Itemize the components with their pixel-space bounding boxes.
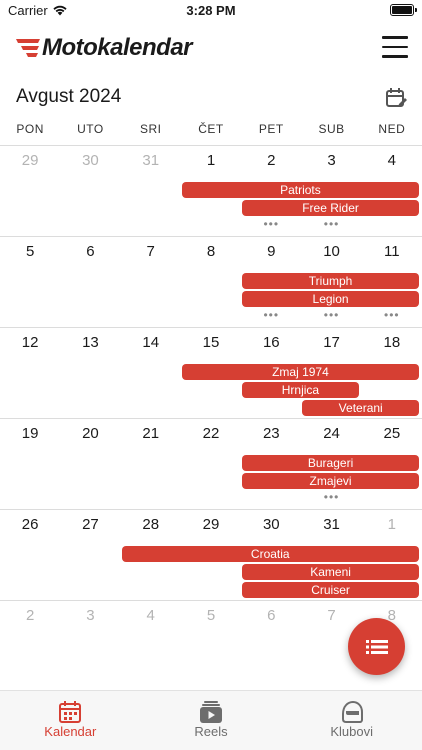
weekday-label: ČET bbox=[198, 122, 224, 136]
event-bar[interactable]: Kameni bbox=[242, 564, 419, 580]
app-header: Motokalendar bbox=[0, 22, 422, 78]
clock: 3:28 PM bbox=[186, 3, 236, 18]
day-number[interactable]: 11 bbox=[362, 243, 422, 260]
tab-bar: Kalendar Reels Klubovi bbox=[0, 690, 422, 750]
day-number[interactable]: 6 bbox=[60, 243, 120, 260]
more-events-indicator[interactable]: ••• bbox=[301, 309, 361, 321]
calendar-icon bbox=[59, 701, 82, 723]
weekday-label: PET bbox=[258, 122, 284, 136]
weekday-label: SRI bbox=[139, 122, 162, 136]
day-number[interactable]: 29 bbox=[181, 516, 241, 533]
app-logo: Motokalendar bbox=[16, 34, 193, 62]
more-events-indicator[interactable]: ••• bbox=[301, 218, 361, 230]
day-number[interactable]: 18 bbox=[362, 334, 422, 351]
day-number[interactable]: 15 bbox=[181, 334, 241, 351]
day-number[interactable]: 29 bbox=[0, 152, 60, 169]
day-number[interactable]: 2 bbox=[0, 607, 60, 624]
status-bar: Carrier 3:28 PM bbox=[0, 0, 422, 22]
day-number[interactable]: 7 bbox=[301, 607, 361, 624]
day-number[interactable]: 2 bbox=[241, 152, 301, 169]
tab-klubovi[interactable]: Klubovi bbox=[281, 691, 422, 750]
battery-icon bbox=[390, 4, 417, 16]
more-events-indicator[interactable]: ••• bbox=[241, 309, 301, 321]
event-bar[interactable]: Zmaj 1974 bbox=[181, 364, 419, 380]
more-events-indicator[interactable]: ••• bbox=[301, 491, 361, 503]
day-number[interactable]: 16 bbox=[241, 334, 301, 351]
event-bar[interactable]: Zmajevi bbox=[242, 473, 419, 489]
day-number[interactable]: 23 bbox=[241, 425, 301, 442]
more-events-indicator[interactable]: ••• bbox=[362, 309, 422, 321]
menu-button[interactable] bbox=[382, 36, 408, 62]
weekday-label: UTO bbox=[77, 122, 104, 136]
day-number[interactable]: 3 bbox=[60, 607, 120, 624]
day-number[interactable]: 13 bbox=[60, 334, 120, 351]
tab-label: Klubovi bbox=[330, 724, 373, 739]
day-number[interactable]: 4 bbox=[121, 607, 181, 624]
calendar-week: 12 13 14 15 16 17 18 Zmaj 1974 Hrnjica Veterani bbox=[0, 327, 422, 418]
day-number[interactable]: 19 bbox=[0, 425, 60, 442]
event-bar[interactable]: Legion bbox=[242, 291, 419, 307]
list-icon bbox=[365, 639, 388, 654]
event-bar[interactable]: Veterani bbox=[302, 400, 419, 416]
day-number[interactable]: 28 bbox=[121, 516, 181, 533]
app-name: Motokalendar bbox=[42, 34, 193, 61]
event-bar[interactable]: Cruiser bbox=[242, 582, 419, 598]
day-number[interactable]: 25 bbox=[362, 425, 422, 442]
day-number[interactable]: 31 bbox=[301, 516, 361, 533]
menu-icon-line bbox=[382, 55, 408, 58]
helmet-icon bbox=[341, 700, 363, 723]
calendar-week: 29 30 31 1 2 3 4 Patriots Free Rider ••• ••• bbox=[0, 145, 422, 236]
event-bar[interactable]: Croatia bbox=[121, 546, 419, 562]
day-number[interactable]: 31 bbox=[121, 152, 181, 169]
tab-reels[interactable]: Reels bbox=[141, 691, 282, 750]
day-number[interactable]: 1 bbox=[181, 152, 241, 169]
day-number[interactable]: 12 bbox=[0, 334, 60, 351]
day-number[interactable]: 20 bbox=[60, 425, 120, 442]
weekday-header: PON UTO SRI ČET PET SUB NED bbox=[0, 122, 422, 140]
day-number[interactable]: 17 bbox=[301, 334, 361, 351]
day-number[interactable]: 10 bbox=[301, 243, 361, 260]
event-bar[interactable]: Triumph bbox=[242, 273, 419, 289]
day-number[interactable]: 24 bbox=[301, 425, 361, 442]
weekday-label: NED bbox=[378, 122, 406, 136]
list-view-button[interactable] bbox=[348, 618, 405, 675]
calendar-week: 26 27 28 29 30 31 1 Croatia Kameni Cruiser bbox=[0, 509, 422, 600]
day-number[interactable]: 1 bbox=[362, 516, 422, 533]
weekday-label: PON bbox=[16, 122, 44, 136]
edit-calendar-icon[interactable] bbox=[384, 86, 408, 110]
logo-mark-icon bbox=[16, 39, 40, 57]
day-number[interactable]: 5 bbox=[181, 607, 241, 624]
day-number[interactable]: 26 bbox=[0, 516, 60, 533]
day-number[interactable]: 30 bbox=[60, 152, 120, 169]
day-number[interactable]: 9 bbox=[241, 243, 301, 260]
event-bar[interactable]: Burageri bbox=[242, 455, 419, 471]
day-number[interactable]: 4 bbox=[362, 152, 422, 169]
day-number[interactable]: 22 bbox=[181, 425, 241, 442]
day-number[interactable]: 5 bbox=[0, 243, 60, 260]
menu-icon-line bbox=[382, 36, 408, 39]
menu-icon-line bbox=[382, 45, 408, 48]
calendar-week: 19 20 21 22 23 24 25 Burageri Zmajevi ••• bbox=[0, 418, 422, 509]
calendar-week: 5 6 7 8 9 10 11 Triumph Legion ••• ••• ••• bbox=[0, 236, 422, 327]
event-bar[interactable]: Hrnjica bbox=[242, 382, 359, 398]
event-bar[interactable]: Patriots bbox=[181, 182, 419, 198]
tab-kalendar[interactable]: Kalendar bbox=[0, 691, 141, 750]
day-number[interactable]: 14 bbox=[121, 334, 181, 351]
day-number[interactable]: 27 bbox=[60, 516, 120, 533]
weekday-label: SUB bbox=[318, 122, 345, 136]
play-icon bbox=[199, 701, 222, 723]
tab-label: Kalendar bbox=[44, 724, 97, 739]
day-number[interactable]: 21 bbox=[121, 425, 181, 442]
day-number[interactable]: 6 bbox=[241, 607, 301, 624]
more-events-indicator[interactable]: ••• bbox=[241, 218, 301, 230]
tab-label: Reels bbox=[194, 724, 228, 739]
day-number[interactable]: 3 bbox=[301, 152, 361, 169]
month-title: Avgust 2024 bbox=[16, 86, 122, 107]
day-number[interactable]: 30 bbox=[241, 516, 301, 533]
day-number[interactable]: 7 bbox=[121, 243, 181, 260]
day-number[interactable]: 8 bbox=[181, 243, 241, 260]
event-bar[interactable]: Free Rider bbox=[242, 200, 419, 216]
